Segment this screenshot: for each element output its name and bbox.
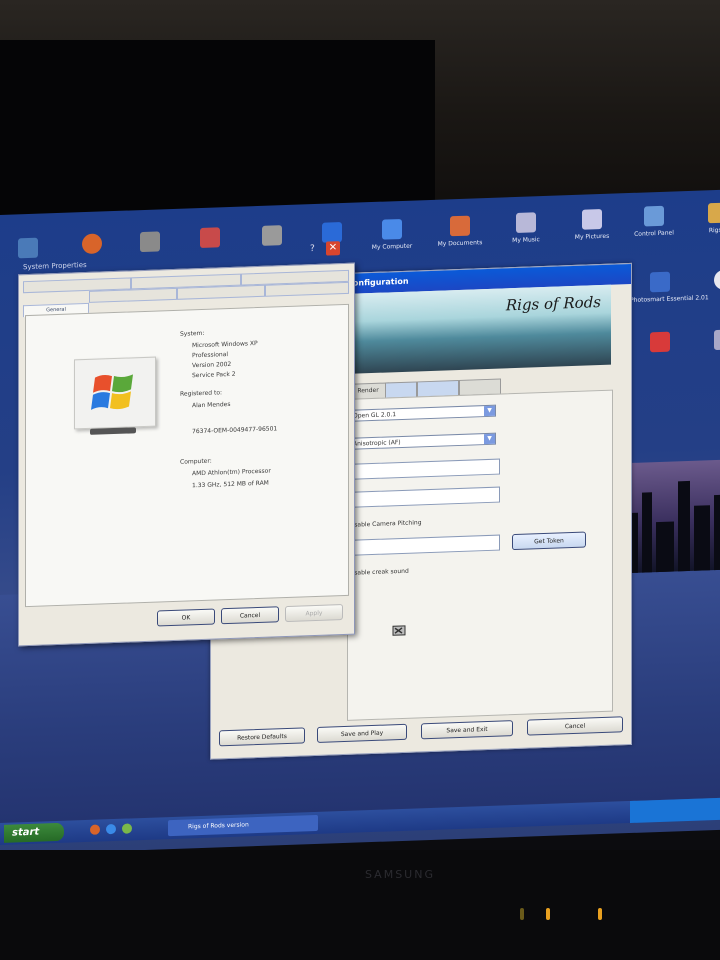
start-button[interactable]: start bbox=[4, 822, 64, 843]
get-token-button[interactable]: Get Token bbox=[512, 531, 586, 551]
firefox-icon[interactable] bbox=[90, 824, 100, 835]
disable-creak-sound-label: Disable creak sound bbox=[348, 567, 409, 577]
processor-name: AMD Athlon(tm) Processor bbox=[192, 467, 271, 478]
rigs-of-rods-icon bbox=[708, 202, 720, 224]
monitor-screen: My Computer My Documents My Music My Pic… bbox=[0, 189, 720, 855]
os-edition: Professional bbox=[192, 351, 229, 360]
restore-defaults-button[interactable]: Restore Defaults bbox=[219, 727, 305, 747]
os-name: Microsoft Windows XP bbox=[192, 340, 258, 350]
monitor-brand: SAMSUNG bbox=[365, 868, 435, 881]
system-label: System: bbox=[180, 329, 205, 338]
mouse-icon bbox=[392, 625, 406, 636]
program-icon bbox=[714, 329, 720, 351]
disable-camera-pitching-checkbox[interactable]: Disable Camera Pitching bbox=[348, 519, 422, 529]
monitor-bezel bbox=[0, 850, 720, 960]
service-pack: Service Pack 2 bbox=[192, 370, 236, 380]
media-player-icon[interactable] bbox=[122, 823, 132, 834]
taskbar-item-rigs-of-rods[interactable]: Rigs of Rods version bbox=[168, 814, 318, 837]
disable-camera-pitching-label: Disable Camera Pitching bbox=[348, 519, 422, 529]
registered-label: Registered to: bbox=[180, 389, 223, 398]
ok-button[interactable]: OK bbox=[157, 608, 215, 627]
chevron-down-icon: ▼ bbox=[484, 433, 495, 445]
internet-explorer-icon[interactable] bbox=[106, 823, 116, 835]
status-led bbox=[598, 908, 602, 920]
cancel-button[interactable]: Cancel bbox=[527, 716, 623, 736]
my-pictures-icon bbox=[582, 208, 602, 230]
apply-button[interactable]: Apply bbox=[285, 604, 343, 623]
setting-field[interactable] bbox=[348, 486, 500, 508]
program-icon bbox=[262, 225, 282, 246]
hp-photosmart-icon bbox=[650, 271, 670, 293]
my-documents-icon bbox=[450, 215, 470, 237]
setting-field[interactable] bbox=[348, 458, 500, 480]
my-computer-icon bbox=[382, 218, 402, 240]
product-id: 76374-OEM-0049477-96501 bbox=[192, 425, 278, 436]
program-icon bbox=[200, 227, 220, 249]
os-version: Version 2002 bbox=[192, 360, 232, 370]
desktop-icon[interactable] bbox=[684, 268, 720, 295]
program-icon bbox=[714, 269, 720, 291]
registered-name: Alan Mendes bbox=[192, 400, 231, 410]
firefox-icon bbox=[82, 233, 102, 255]
windows-logo-icon bbox=[74, 356, 156, 430]
monitor-stand-graphic bbox=[90, 427, 136, 435]
save-and-exit-button[interactable]: Save and Exit bbox=[421, 720, 513, 740]
cancel-button[interactable]: Cancel bbox=[221, 606, 279, 625]
desktop-icon[interactable]: Rigs o bbox=[678, 202, 720, 236]
texture-filter-select[interactable]: Anisotropic (AF) ▼ bbox=[348, 432, 496, 450]
texture-filter-value: Anisotropic (AF) bbox=[353, 439, 401, 448]
program-icon bbox=[140, 231, 160, 253]
save-and-play-button[interactable]: Save and Play bbox=[317, 723, 407, 743]
ror-banner: Rigs of Rods bbox=[347, 284, 611, 374]
ror-settings-panel: Open GL 2.0.1 ▼ Anisotropic (AF) ▼ Disab… bbox=[347, 389, 613, 721]
desktop-icon[interactable] bbox=[684, 328, 720, 355]
disable-creak-sound-checkbox[interactable]: Disable creak sound bbox=[348, 568, 409, 577]
system-properties-window: System Properties General System: Micros… bbox=[18, 261, 355, 647]
tab-system-option[interactable] bbox=[89, 287, 177, 303]
power-led bbox=[520, 908, 524, 920]
tab-system-option[interactable] bbox=[265, 281, 349, 297]
system-tray bbox=[630, 797, 720, 823]
memory-info: 1.33 GHz, 512 MB of RAM bbox=[192, 479, 269, 490]
help-icon[interactable]: ? bbox=[310, 244, 315, 254]
render-system-value: Open GL 2.0.1 bbox=[353, 411, 397, 420]
system-properties-general-panel: System: Microsoft Windows XP Professiona… bbox=[25, 303, 349, 608]
pdf-icon bbox=[650, 331, 670, 353]
token-field[interactable] bbox=[348, 534, 500, 556]
desktop-wallpaper-skyline bbox=[620, 459, 720, 574]
tab-system-option[interactable] bbox=[177, 284, 265, 300]
computer-label: Computer: bbox=[180, 457, 212, 466]
recycle-bin-icon bbox=[18, 237, 38, 259]
my-music-icon bbox=[516, 212, 536, 233]
chevron-down-icon: ▼ bbox=[484, 405, 495, 417]
status-led bbox=[546, 908, 550, 920]
control-panel-icon bbox=[644, 205, 664, 227]
render-system-select[interactable]: Open GL 2.0.1 ▼ bbox=[348, 404, 496, 422]
program-icon bbox=[322, 222, 342, 243]
close-icon[interactable]: ✕ bbox=[326, 241, 340, 256]
ror-logo: Rigs of Rods bbox=[505, 293, 601, 315]
